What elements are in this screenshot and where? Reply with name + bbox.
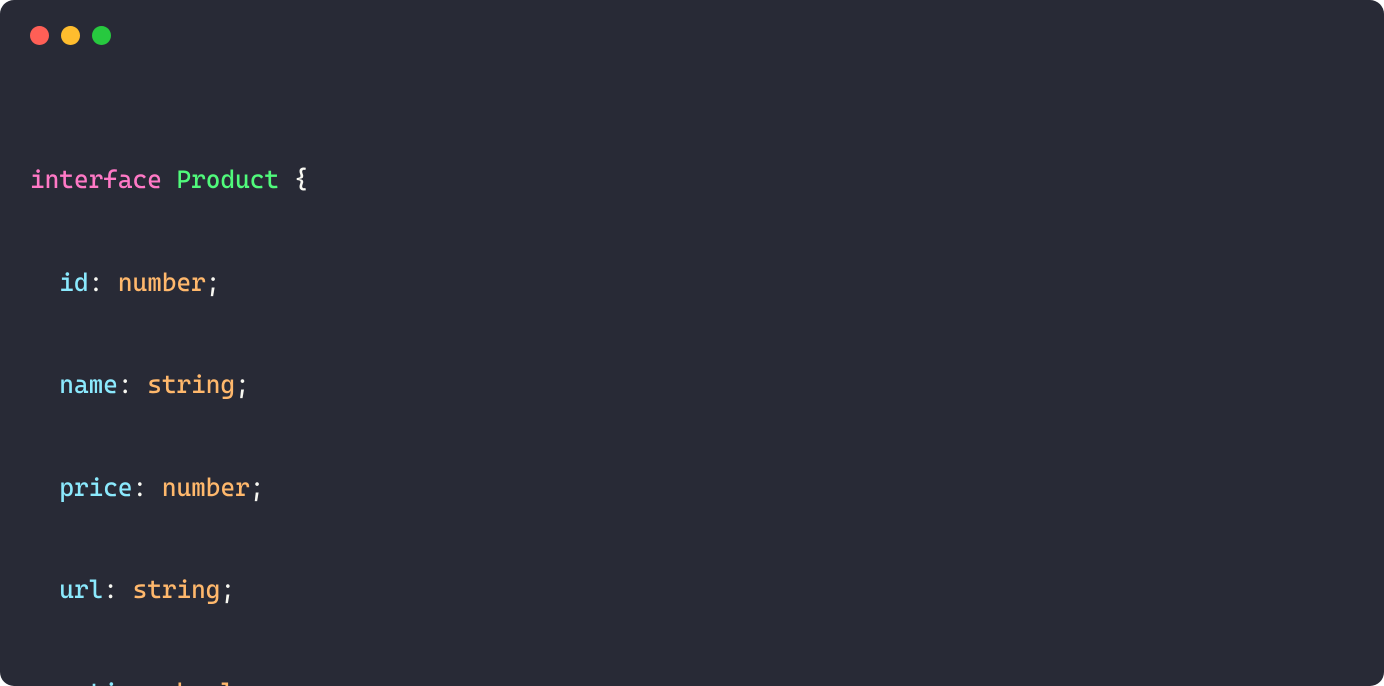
semi: ; bbox=[206, 268, 221, 297]
titlebar bbox=[0, 26, 1384, 45]
prop-name: name bbox=[59, 370, 118, 399]
indent bbox=[30, 473, 59, 502]
indent bbox=[30, 678, 59, 686]
indent bbox=[30, 370, 59, 399]
colon: : bbox=[118, 370, 133, 399]
code-window: interface Product { id: number; name: st… bbox=[0, 0, 1384, 686]
type-boolean: boolean bbox=[177, 678, 280, 686]
semi: ; bbox=[250, 473, 265, 502]
indent bbox=[30, 268, 59, 297]
type-name: Product bbox=[177, 165, 280, 194]
punct-space bbox=[162, 165, 177, 194]
keyword-interface: interface bbox=[30, 165, 162, 194]
semi: ; bbox=[235, 370, 250, 399]
type-number: number bbox=[162, 473, 250, 502]
prop-price: price bbox=[59, 473, 132, 502]
prop-active: active bbox=[59, 678, 147, 686]
type-string: string bbox=[133, 575, 221, 604]
code-line: name: string; bbox=[30, 359, 1354, 410]
close-icon[interactable] bbox=[30, 26, 49, 45]
colon: : bbox=[133, 473, 148, 502]
colon: : bbox=[103, 575, 118, 604]
colon: : bbox=[89, 268, 104, 297]
space bbox=[162, 678, 177, 686]
space bbox=[147, 473, 162, 502]
space bbox=[133, 370, 148, 399]
zoom-icon[interactable] bbox=[92, 26, 111, 45]
code-line: price: number; bbox=[30, 462, 1354, 513]
colon: : bbox=[147, 678, 162, 686]
indent bbox=[30, 575, 59, 604]
prop-url: url bbox=[59, 575, 103, 604]
code-line: id: number; bbox=[30, 257, 1354, 308]
type-number: number bbox=[118, 268, 206, 297]
code-block: interface Product { id: number; name: st… bbox=[0, 103, 1384, 686]
code-line: url: string; bbox=[30, 564, 1354, 615]
space bbox=[118, 575, 133, 604]
semi: ; bbox=[220, 575, 235, 604]
semi: ; bbox=[279, 678, 294, 686]
code-line: active: boolean; bbox=[30, 667, 1354, 686]
minimize-icon[interactable] bbox=[61, 26, 80, 45]
punct-brace-open: { bbox=[279, 165, 308, 194]
code-line: interface Product { bbox=[30, 154, 1354, 205]
prop-id: id bbox=[59, 268, 88, 297]
space bbox=[103, 268, 118, 297]
type-string: string bbox=[147, 370, 235, 399]
